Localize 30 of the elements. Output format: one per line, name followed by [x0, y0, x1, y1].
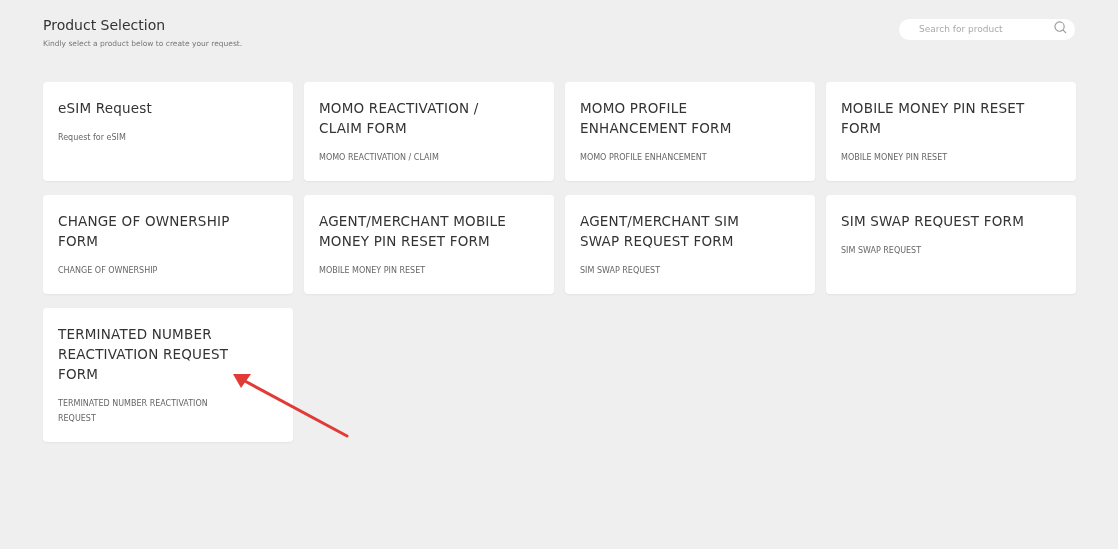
- product-description: MOMO REACTIVATION / CLAIM: [319, 152, 440, 164]
- product-description: TERMINATED NUMBER REACTIVATION REQUEST: [58, 398, 209, 425]
- page-title: Product Selection: [43, 17, 167, 33]
- product-title: TERMINATED NUMBER REACTIVATION REQUEST FORM: [58, 325, 230, 384]
- product-title: MOBILE MONEY PIN RESET FORM: [841, 99, 1026, 138]
- product-card[interactable]: TERMINATED NUMBER REACTIVATION REQUEST FORM TERMINATED NUMBER REACTIVATION REQUEST: [43, 308, 293, 442]
- product-title: AGENT/MERCHANT SIM SWAP REQUEST FORM: [580, 212, 740, 251]
- product-title: eSIM Request: [58, 99, 154, 118]
- product-description: CHANGE OF OWNERSHIP: [58, 265, 159, 277]
- search-field[interactable]: Search for product: [899, 18, 1075, 40]
- product-card[interactable]: MOBILE MONEY PIN RESET FORM MOBILE MONEY PIN RESET: [826, 82, 1076, 181]
- product-title: MOMO REACTIVATION / CLAIM FORM: [319, 99, 480, 138]
- product-title: SIM SWAP REQUEST FORM: [841, 212, 1025, 231]
- product-description: SIM SWAP REQUEST: [841, 245, 923, 257]
- product-description: Request for eSIM: [58, 132, 127, 144]
- product-card[interactable]: CHANGE OF OWNERSHIP FORM CHANGE OF OWNERSHIP: [43, 195, 293, 294]
- product-description: MOMO PROFILE ENHANCEMENT: [580, 152, 708, 164]
- product-card[interactable]: AGENT/MERCHANT SIM SWAP REQUEST FORM SIM SWAP REQUEST: [565, 195, 815, 294]
- product-description: MOBILE MONEY PIN RESET: [841, 152, 949, 164]
- search-icon: [1054, 21, 1067, 34]
- product-card[interactable]: MOMO REACTIVATION / CLAIM FORM MOMO REACTIVATION / CLAIM: [304, 82, 554, 181]
- product-card[interactable]: SIM SWAP REQUEST FORM SIM SWAP REQUEST: [826, 195, 1076, 294]
- product-card[interactable]: MOMO PROFILE ENHANCEMENT FORM MOMO PROFILE ENHANCEMENT: [565, 82, 815, 181]
- product-description: MOBILE MONEY PIN RESET: [319, 265, 427, 277]
- product-title: AGENT/MERCHANT MOBILE MONEY PIN RESET FORM: [319, 212, 507, 251]
- product-card[interactable]: eSIM Request Request for eSIM: [43, 82, 293, 181]
- product-description: SIM SWAP REQUEST: [580, 265, 662, 277]
- product-card[interactable]: AGENT/MERCHANT MOBILE MONEY PIN RESET FORM MOBILE MONEY PIN RESET: [304, 195, 554, 294]
- product-title: CHANGE OF OWNERSHIP FORM: [58, 212, 231, 251]
- product-title: MOMO PROFILE ENHANCEMENT FORM: [580, 99, 733, 138]
